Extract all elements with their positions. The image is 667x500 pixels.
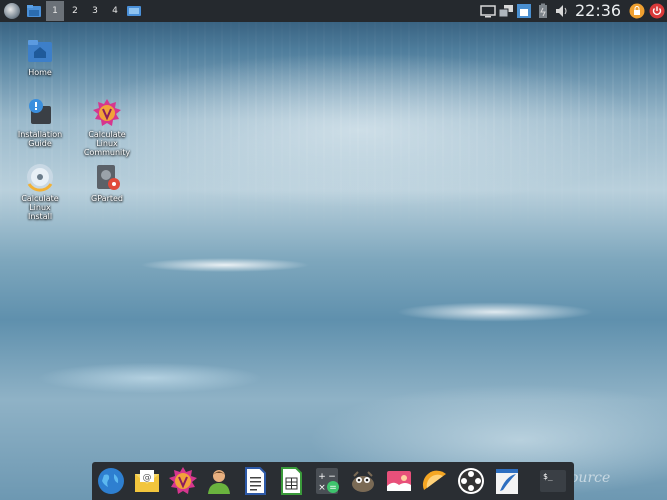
- desktop-icon-label-line2: Guide: [28, 139, 52, 148]
- svg-text:=: =: [329, 483, 337, 493]
- desktop-icon-label-line1: Calculate Linux: [88, 130, 126, 148]
- calculator-icon: + − × =: [316, 468, 339, 494]
- svg-text:@: @: [143, 473, 152, 483]
- desktop-icon-label-line1: Installation: [17, 130, 63, 139]
- spreadsheet-icon: [281, 467, 302, 495]
- desktop-icon-label: GParted: [91, 194, 123, 203]
- top-panel: 1 2 3 4 22:36: [0, 0, 667, 22]
- desktop-icon-label-line1: Calculate Linux: [21, 194, 59, 212]
- svg-text:$_: $_: [543, 472, 553, 481]
- dock-citrus-launcher[interactable]: [420, 466, 450, 496]
- windows-icon: [498, 5, 513, 18]
- wallpaper-watermark: ource: [570, 470, 611, 486]
- svg-text:−: −: [328, 472, 336, 482]
- dock-community-launcher[interactable]: [168, 466, 198, 496]
- info-guide-icon: [25, 98, 55, 128]
- browser-icon: [98, 468, 124, 494]
- calculate-community-icon: [92, 98, 122, 128]
- desktop-icon-label-line2: Install: [27, 212, 53, 221]
- workspace-4-button[interactable]: 4: [106, 1, 124, 21]
- svg-text:×: ×: [318, 483, 326, 493]
- dock-media-player-launcher[interactable]: [456, 466, 486, 496]
- dock-calculator-launcher[interactable]: + − × =: [312, 466, 342, 496]
- desktop-icon-calculate-install[interactable]: Calculate Linux Install: [10, 162, 70, 221]
- mail-icon: @: [135, 470, 159, 492]
- disc-install-icon: [25, 162, 55, 192]
- text-editor-icon: [496, 469, 518, 494]
- dock-contacts-launcher[interactable]: [204, 466, 234, 496]
- media-player-icon: [458, 468, 484, 494]
- speaker-icon: [556, 5, 567, 17]
- writer-document-icon: [245, 467, 266, 495]
- desktop-icon-label: Home: [28, 68, 52, 77]
- user-tray-item[interactable]: [629, 3, 645, 19]
- user-lock-icon: [629, 3, 645, 19]
- folder-icon: [27, 5, 41, 17]
- power-button[interactable]: [649, 3, 665, 19]
- bottom-dock: @ + − × = $_: [92, 462, 574, 500]
- home-folder-icon: [25, 36, 55, 66]
- dock-mail-launcher[interactable]: @: [132, 466, 162, 496]
- contacts-icon: [208, 470, 230, 494]
- monitor-icon: [480, 5, 496, 18]
- dock-writer-launcher[interactable]: [240, 466, 270, 496]
- desktop-icon-gparted[interactable]: GParted: [77, 162, 137, 203]
- dock-gimp-launcher[interactable]: [348, 466, 378, 496]
- battery-tray-item[interactable]: [537, 3, 549, 19]
- slice-app-icon: [422, 470, 446, 490]
- dock-image-viewer-launcher[interactable]: [384, 466, 414, 496]
- dock-terminal-launcher[interactable]: $_: [538, 466, 568, 496]
- dock-spreadsheet-launcher[interactable]: [276, 466, 306, 496]
- volume-tray-item[interactable]: [555, 3, 569, 19]
- dock-browser-launcher[interactable]: [96, 466, 126, 496]
- display-tray-item[interactable]: [480, 3, 496, 19]
- terminal-icon: $_: [540, 470, 566, 492]
- calculate-logo-icon: [4, 3, 20, 19]
- workspace-2-button[interactable]: 2: [66, 1, 84, 21]
- svg-text:+: +: [318, 472, 326, 482]
- panel-clock[interactable]: 22:36: [575, 0, 621, 22]
- workspace-3-button[interactable]: 3: [86, 1, 104, 21]
- file-manager-launcher[interactable]: [26, 1, 42, 21]
- battery-icon: [539, 3, 547, 18]
- desktop-icon-installation-guide[interactable]: Installation Guide: [10, 98, 70, 148]
- calculate-community-icon: [169, 467, 197, 494]
- desktop-icon-label-line2: Community: [83, 148, 131, 157]
- desktop-icon: [127, 6, 141, 16]
- desktop-icon-calculate-community[interactable]: Calculate Linux Community: [77, 98, 137, 157]
- workspace-1-button[interactable]: 1: [46, 1, 64, 21]
- clipboard-tray-item[interactable]: [498, 3, 514, 19]
- update-tray-item[interactable]: [516, 3, 532, 19]
- image-viewer-icon: [387, 471, 411, 491]
- update-icon: [517, 4, 531, 18]
- power-icon: [649, 3, 665, 19]
- gimp-icon: [352, 471, 374, 492]
- application-menu-button[interactable]: [2, 1, 22, 21]
- gparted-icon: [92, 162, 122, 192]
- desktop-icon-home[interactable]: Home: [10, 36, 70, 77]
- dock-text-editor-launcher[interactable]: [492, 466, 522, 496]
- show-desktop-button[interactable]: [126, 1, 142, 21]
